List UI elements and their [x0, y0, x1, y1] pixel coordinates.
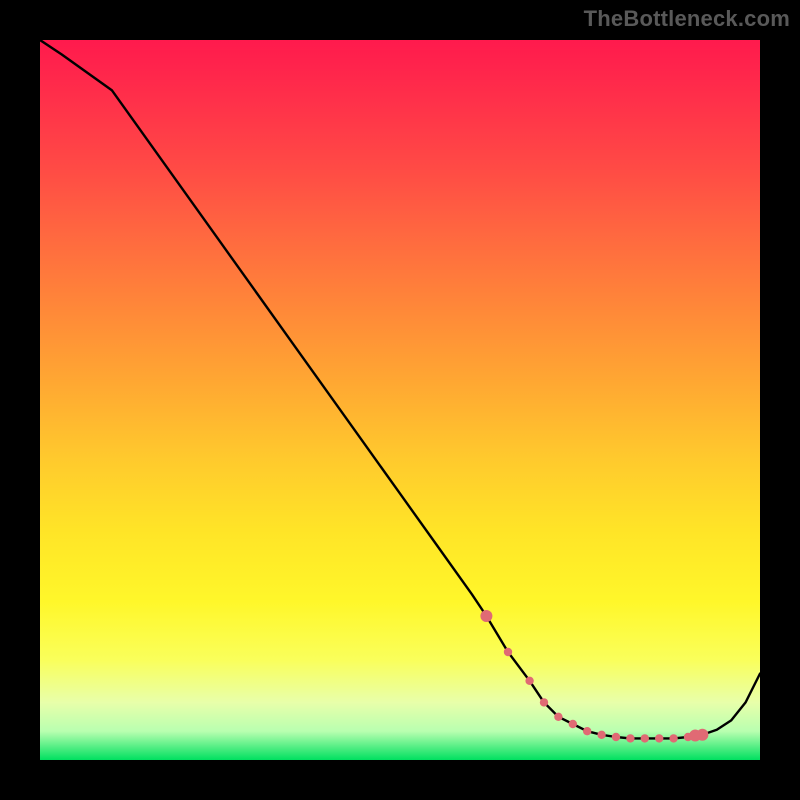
watermark-text: TheBottleneck.com — [584, 6, 790, 32]
curve-marker — [525, 677, 533, 685]
curve-marker — [569, 720, 577, 728]
curve-markers — [480, 610, 708, 743]
curve-marker — [684, 733, 692, 741]
curve-marker — [655, 734, 663, 742]
chart-stage: TheBottleneck.com — [0, 0, 800, 800]
curve-marker — [540, 698, 548, 706]
bottleneck-curve — [40, 40, 760, 738]
curve-marker — [696, 729, 708, 741]
curve-marker — [626, 734, 634, 742]
curve-marker — [480, 610, 492, 622]
curve-marker — [583, 727, 591, 735]
curve-marker — [641, 734, 649, 742]
curve-marker — [597, 731, 605, 739]
curve-marker — [689, 730, 701, 742]
chart-svg — [40, 40, 760, 760]
plot-area — [40, 40, 760, 760]
curve-marker — [504, 648, 512, 656]
curve-marker — [554, 713, 562, 721]
curve-marker — [669, 734, 677, 742]
curve-marker — [612, 733, 620, 741]
